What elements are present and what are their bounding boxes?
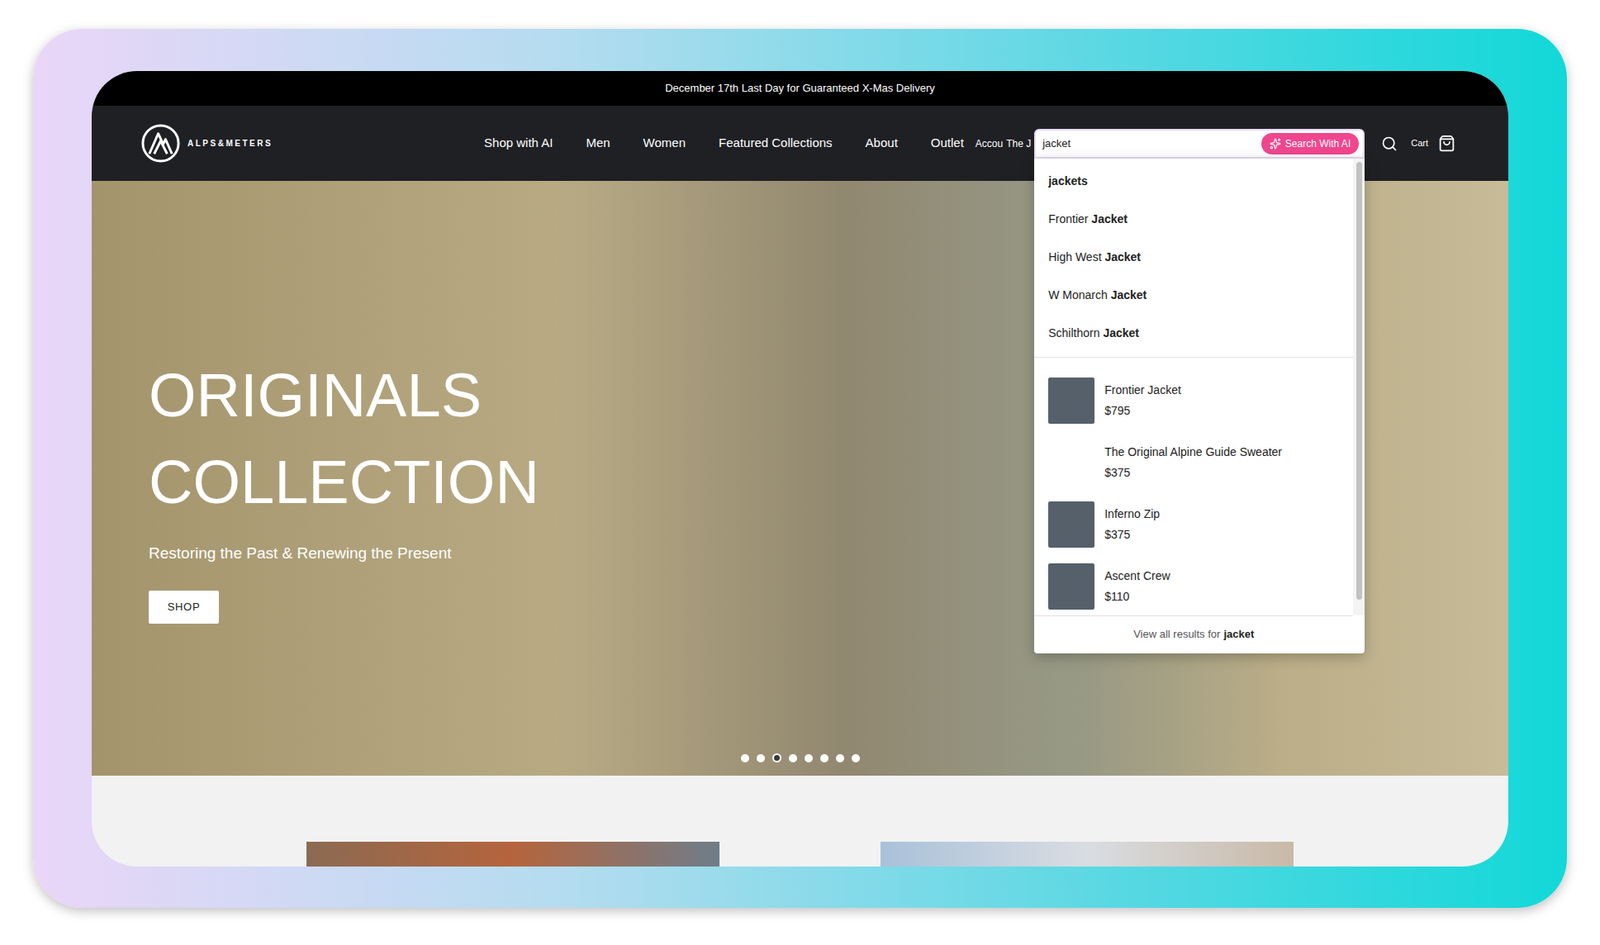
main-nav: ALPS&METERS Shop with AI Men Women Featured … (91, 105, 1509, 181)
suggestion-item[interactable]: Schilthorn Jacket (1034, 314, 1354, 353)
product-name: Inferno Zip (1104, 507, 1160, 522)
gradient-frame: December 17th Last Day for Guaranteed X-… (33, 28, 1567, 908)
collections-section (91, 775, 1509, 867)
product-image (1048, 501, 1095, 548)
browser-screen: December 17th Last Day for Guaranteed X-… (91, 71, 1509, 867)
product-item[interactable]: The Original Alpine Guide Sweater $375 (1034, 432, 1354, 494)
collection-image[interactable] (880, 841, 1294, 867)
brand-name: ALPS&METERS (187, 137, 273, 150)
product-name: The Original Alpine Guide Sweater (1104, 445, 1282, 460)
cart-label[interactable]: Cart (1410, 136, 1429, 151)
search-box: jacketSearch With AIjacketsFrontier Jack… (1034, 128, 1365, 159)
suggestion-item[interactable]: Frontier Jacket (1034, 200, 1354, 239)
slide-dot[interactable] (740, 754, 750, 763)
search-input[interactable]: jacket (1042, 135, 1262, 152)
suggestion-list: jacketsFrontier JacketHigh West JacketW … (1034, 158, 1354, 358)
brand-logo[interactable]: ALPS&METERS (140, 123, 273, 164)
product-price: $375 (1104, 527, 1160, 542)
product-list: Frontier Jacket $795 The Original Alpine G… (1034, 357, 1354, 616)
mountain-logo-icon (140, 123, 181, 164)
product-name: Frontier Jacket (1104, 383, 1182, 398)
product-price: $795 (1104, 403, 1182, 418)
suggestion-item[interactable]: W Monarch Jacket (1034, 276, 1354, 315)
slide-dot[interactable] (851, 754, 860, 763)
sparkle-icon (1269, 137, 1282, 150)
slide-dot[interactable] (835, 754, 845, 763)
page: December 17th Last Day for Guaranteed X-… (0, 0, 1600, 945)
view-all-results[interactable]: View all results forjacket (1034, 615, 1354, 654)
nav-link[interactable]: Men (585, 133, 610, 153)
search-icon[interactable] (1381, 135, 1398, 152)
announcement-bar: December 17th Last Day for Guaranteed X-… (91, 71, 1509, 106)
product-item[interactable]: Ascent Crew $110 (1034, 555, 1354, 616)
nav-link-clipped[interactable]: Accou (975, 136, 1003, 152)
product-price: $110 (1104, 589, 1170, 604)
slide-dot[interactable] (820, 754, 829, 763)
suggestion-item[interactable]: jackets (1034, 162, 1354, 201)
slide-dot[interactable] (804, 754, 813, 763)
nav-link[interactable]: Featured Collections (718, 133, 833, 153)
product-name: Ascent Crew (1104, 569, 1170, 584)
scrollbar-thumb[interactable] (1356, 161, 1363, 600)
suggestion-item[interactable]: High West Jacket (1034, 238, 1354, 277)
nav-link-clipped[interactable]: The J (1006, 136, 1031, 152)
product-image (1048, 563, 1095, 610)
shop-button[interactable]: SHOP (148, 590, 219, 624)
nav-link[interactable]: About (865, 133, 898, 153)
collection-image[interactable] (306, 841, 720, 867)
search-dropdown: jacketsFrontier JacketHigh West JacketW … (1034, 158, 1365, 654)
nav-links: Shop with AI Men Women Featured Collections… (484, 133, 964, 153)
slide-dots (91, 753, 1509, 763)
product-image (1048, 377, 1095, 424)
nav-link[interactable]: Outlet (930, 133, 964, 153)
scrollbar-track (1353, 158, 1365, 616)
slide-dot[interactable] (756, 754, 765, 763)
search-with-ai-button[interactable]: Search With AI (1261, 132, 1359, 155)
nav-link[interactable]: Shop with AI (484, 133, 553, 153)
bag-icon[interactable] (1438, 134, 1456, 152)
product-item[interactable]: Inferno Zip $375 (1034, 493, 1354, 556)
product-item[interactable]: Frontier Jacket $795 (1034, 370, 1354, 433)
slide-dot[interactable] (788, 754, 798, 763)
slide-dot[interactable] (772, 753, 782, 763)
nav-link[interactable]: Women (643, 133, 686, 153)
product-price: $375 (1104, 465, 1282, 480)
